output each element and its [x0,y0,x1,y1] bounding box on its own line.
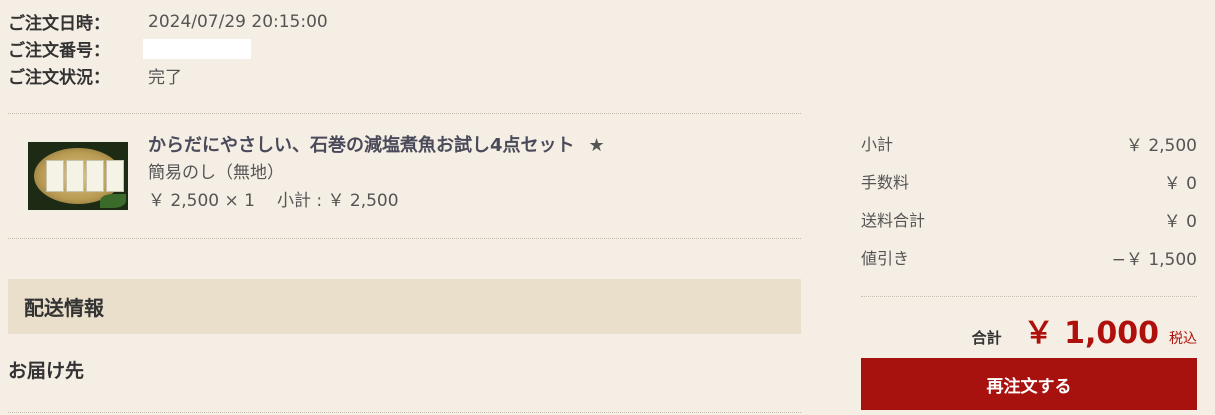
order-item: からだにやさしい、石巻の減塩煮魚お試し4点セット ★ 簡易のし（無地） ￥ 2,5… [148,133,605,215]
product-option: 簡易のし（無地） [148,163,284,183]
order-summary: 小計 ￥ 2,500 手数料 ￥ 0 送料合計 ￥ 0 値引き −￥ 1,500 [861,131,1197,283]
product-price-qty: ￥ 2,500 × 1 [148,191,255,211]
divider [8,238,801,239]
star-icon: ★ [588,135,605,156]
product-price-row: ￥ 2,500 × 1 小計 : ￥ 2,500 [148,187,605,215]
summary-label: 送料合計 [861,211,926,230]
order-status-row: ご注文状況： 完了 [8,62,328,89]
total-label: 合計 [971,329,1002,347]
product-thumbnail[interactable] [28,142,128,210]
order-total: 合計 ￥ 1,000 税込 [861,308,1197,352]
thumbnail-pack [86,160,104,192]
order-date-value: 2024/07/29 20:15:00 [148,11,328,32]
summary-value: ￥ 2,500 [1125,136,1197,156]
summary-row-fee: 手数料 ￥ 0 [861,169,1197,207]
total-value: ￥ 1,000 [1023,316,1159,351]
thumbnail-pack [46,160,64,192]
thumbnail-leaf [100,194,126,208]
summary-value: ￥ 0 [1163,212,1197,232]
divider [861,296,1197,297]
thumbnail-pack [106,160,124,192]
shipping-section-header: 配送情報 [8,279,801,334]
destination-heading: お届け先 [8,360,85,382]
order-number-label: ご注文番号： [8,41,110,61]
divider [8,113,801,114]
divider [8,412,801,413]
summary-label: 値引き [861,249,910,268]
thumbnail-pack [66,160,84,192]
order-status-value: 完了 [148,68,182,88]
summary-label: 小計 [861,135,894,154]
order-number-row: ご注文番号： [8,35,328,62]
summary-row-subtotal: 小計 ￥ 2,500 [861,131,1197,169]
order-number-redacted [143,38,251,59]
product-name[interactable]: からだにやさしい、石巻の減塩煮魚お試し4点セット [148,135,575,156]
product-subtotal: 小計 : ￥ 2,500 [276,191,399,211]
summary-label: 手数料 [861,173,910,192]
reorder-button[interactable]: 再注文する [861,358,1197,410]
summary-value: −￥ 1,500 [1111,250,1197,270]
shipping-section-title: 配送情報 [24,296,104,320]
order-status-label: ご注文状況： [8,68,110,88]
product-name-row: からだにやさしい、石巻の減塩煮魚お試し4点セット ★ [148,133,605,159]
order-date-label: ご注文日時： [8,14,110,34]
summary-row-discount: 値引き −￥ 1,500 [861,245,1197,283]
order-meta: ご注文日時： 2024/07/29 20:15:00 ご注文番号： ご注文状況：… [8,8,328,89]
tax-note: 税込 [1169,331,1197,347]
summary-row-shipping: 送料合計 ￥ 0 [861,207,1197,245]
order-date-row: ご注文日時： 2024/07/29 20:15:00 [8,8,328,35]
summary-value: ￥ 0 [1163,174,1197,194]
